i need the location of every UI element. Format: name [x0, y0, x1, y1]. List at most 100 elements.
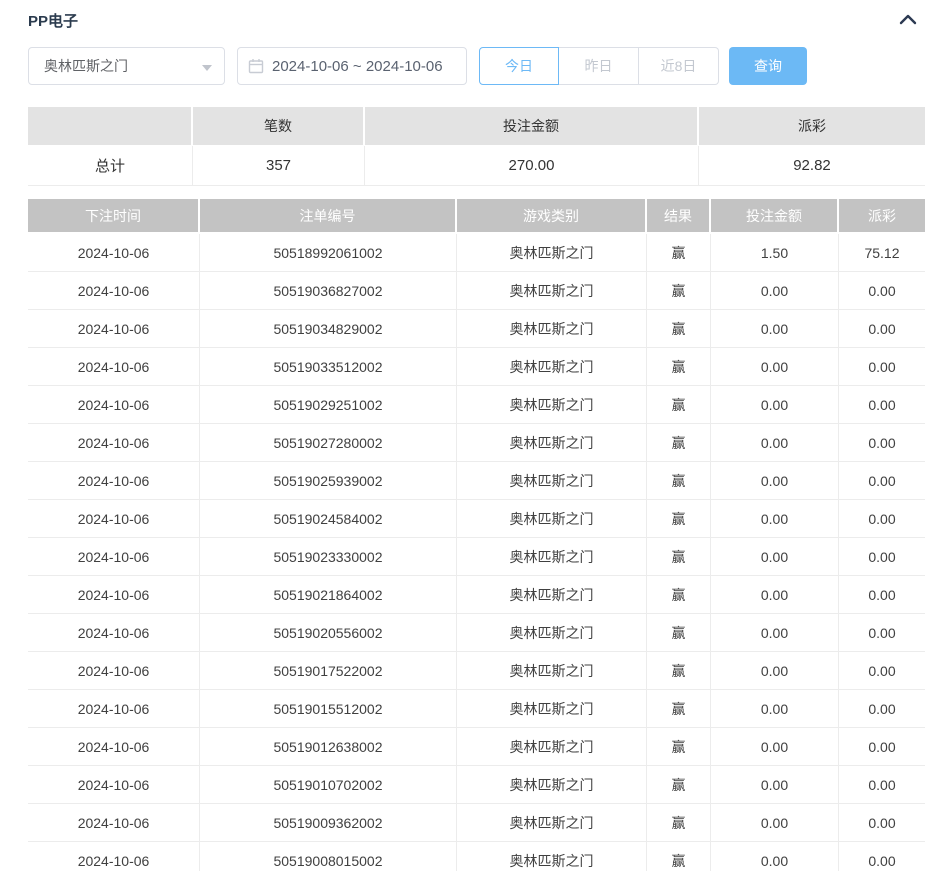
summary-total-payout: 92.82: [699, 146, 925, 186]
cell-payout: 0.00: [839, 728, 925, 766]
cell-result: 赢: [647, 272, 711, 310]
cell-payout: 0.00: [839, 500, 925, 538]
col-order-number: 注单编号: [200, 199, 457, 234]
summary-header-payout: 派彩: [699, 107, 925, 146]
cell-payout: 0.00: [839, 462, 925, 500]
cell-bet-time: 2024-10-06: [28, 500, 200, 538]
table-row: 2024-10-06 50519023330002 奥林匹斯之门 赢 0.00 …: [28, 538, 925, 576]
game-select[interactable]: 奥林匹斯之门: [28, 47, 225, 85]
cell-game-category: 奥林匹斯之门: [457, 272, 647, 310]
cell-result: 赢: [647, 728, 711, 766]
cell-bet-amount: 0.00: [711, 424, 839, 462]
cell-result: 赢: [647, 500, 711, 538]
collapse-button[interactable]: [895, 8, 921, 30]
date-range-input[interactable]: 2024-10-06 ~ 2024-10-06: [237, 47, 467, 85]
cell-game-category: 奥林匹斯之门: [457, 386, 647, 424]
col-payout: 派彩: [839, 199, 925, 234]
bet-table: 下注时间 注单编号 游戏类别 结果 投注金额 派彩 2024-10-06 505…: [28, 199, 925, 871]
cell-bet-amount: 0.00: [711, 690, 839, 728]
col-result: 结果: [647, 199, 711, 234]
cell-order-number: 50519009362002: [200, 804, 457, 842]
cell-game-category: 奥林匹斯之门: [457, 424, 647, 462]
cell-order-number: 50519021864002: [200, 576, 457, 614]
date-range-value: 2024-10-06 ~ 2024-10-06: [272, 58, 443, 75]
cell-result: 赢: [647, 652, 711, 690]
cell-bet-amount: 0.00: [711, 348, 839, 386]
cell-bet-time: 2024-10-06: [28, 652, 200, 690]
table-row: 2024-10-06 50519012638002 奥林匹斯之门 赢 0.00 …: [28, 728, 925, 766]
search-button[interactable]: 查询: [729, 47, 807, 85]
cell-game-category: 奥林匹斯之门: [457, 538, 647, 576]
table-row: 2024-10-06 50519021864002 奥林匹斯之门 赢 0.00 …: [28, 576, 925, 614]
cell-result: 赢: [647, 614, 711, 652]
cell-bet-amount: 0.00: [711, 614, 839, 652]
cell-bet-amount: 0.00: [711, 538, 839, 576]
cell-result: 赢: [647, 348, 711, 386]
cell-order-number: 50519020556002: [200, 614, 457, 652]
table-row: 2024-10-06 50519020556002 奥林匹斯之门 赢 0.00 …: [28, 614, 925, 652]
cell-payout: 0.00: [839, 538, 925, 576]
cell-bet-time: 2024-10-06: [28, 348, 200, 386]
cell-payout: 0.00: [839, 310, 925, 348]
yesterday-button[interactable]: 昨日: [559, 47, 639, 85]
cell-bet-time: 2024-10-06: [28, 576, 200, 614]
cell-order-number: 50518992061002: [200, 234, 457, 272]
summary-header-bet-amount: 投注金额: [365, 107, 699, 146]
cell-result: 赢: [647, 424, 711, 462]
cell-bet-time: 2024-10-06: [28, 538, 200, 576]
table-row: 2024-10-06 50519009362002 奥林匹斯之门 赢 0.00 …: [28, 804, 925, 842]
cell-order-number: 50519034829002: [200, 310, 457, 348]
cell-order-number: 50519033512002: [200, 348, 457, 386]
table-row: 2024-10-06 50519033512002 奥林匹斯之门 赢 0.00 …: [28, 348, 925, 386]
table-row: 2024-10-06 50519010702002 奥林匹斯之门 赢 0.00 …: [28, 766, 925, 804]
cell-bet-time: 2024-10-06: [28, 766, 200, 804]
panel-header: PP电子: [28, 8, 925, 38]
cell-game-category: 奥林匹斯之门: [457, 690, 647, 728]
cell-result: 赢: [647, 234, 711, 272]
cell-result: 赢: [647, 842, 711, 871]
cell-bet-amount: 0.00: [711, 804, 839, 842]
cell-result: 赢: [647, 576, 711, 614]
cell-game-category: 奥林匹斯之门: [457, 462, 647, 500]
cell-bet-amount: 0.00: [711, 500, 839, 538]
last-8-days-button[interactable]: 近8日: [639, 47, 719, 85]
cell-game-category: 奥林匹斯之门: [457, 310, 647, 348]
cell-order-number: 50519008015002: [200, 842, 457, 871]
today-button[interactable]: 今日: [479, 47, 559, 85]
quick-date-button-group: 今日 昨日 近8日: [479, 47, 719, 85]
cell-bet-time: 2024-10-06: [28, 234, 200, 272]
cell-bet-amount: 0.00: [711, 652, 839, 690]
cell-result: 赢: [647, 690, 711, 728]
chevron-down-icon: [202, 65, 212, 71]
summary-table: 笔数 投注金额 派彩 总计 357 270.00 92.82: [28, 107, 925, 186]
cell-payout: 0.00: [839, 348, 925, 386]
cell-payout: 0.00: [839, 576, 925, 614]
cell-bet-amount: 0.00: [711, 842, 839, 871]
cell-game-category: 奥林匹斯之门: [457, 614, 647, 652]
cell-payout: 0.00: [839, 386, 925, 424]
calendar-icon: [248, 58, 264, 74]
cell-bet-amount: 0.00: [711, 766, 839, 804]
cell-order-number: 50519012638002: [200, 728, 457, 766]
cell-bet-time: 2024-10-06: [28, 386, 200, 424]
cell-order-number: 50519023330002: [200, 538, 457, 576]
summary-total-bet-amount: 270.00: [365, 146, 699, 186]
cell-result: 赢: [647, 804, 711, 842]
cell-game-category: 奥林匹斯之门: [457, 576, 647, 614]
table-row: 2024-10-06 50519027280002 奥林匹斯之门 赢 0.00 …: [28, 424, 925, 462]
cell-game-category: 奥林匹斯之门: [457, 348, 647, 386]
filter-bar: 奥林匹斯之门 2024-10-06 ~ 2024-10-06 今日 昨日 近8日…: [28, 47, 925, 85]
cell-payout: 0.00: [839, 652, 925, 690]
bet-table-header-row: 下注时间 注单编号 游戏类别 结果 投注金额 派彩: [28, 199, 925, 234]
game-select-value: 奥林匹斯之门: [44, 56, 128, 76]
cell-order-number: 50519036827002: [200, 272, 457, 310]
table-row: 2024-10-06 50519008015002 奥林匹斯之门 赢 0.00 …: [28, 842, 925, 871]
cell-game-category: 奥林匹斯之门: [457, 728, 647, 766]
table-row: 2024-10-06 50519034829002 奥林匹斯之门 赢 0.00 …: [28, 310, 925, 348]
col-bet-amount: 投注金额: [711, 199, 839, 234]
summary-total-count: 357: [193, 146, 365, 186]
bet-table-body: 2024-10-06 50518992061002 奥林匹斯之门 赢 1.50 …: [28, 234, 925, 871]
table-row: 2024-10-06 50519036827002 奥林匹斯之门 赢 0.00 …: [28, 272, 925, 310]
table-row: 2024-10-06 50518992061002 奥林匹斯之门 赢 1.50 …: [28, 234, 925, 272]
cell-result: 赢: [647, 538, 711, 576]
